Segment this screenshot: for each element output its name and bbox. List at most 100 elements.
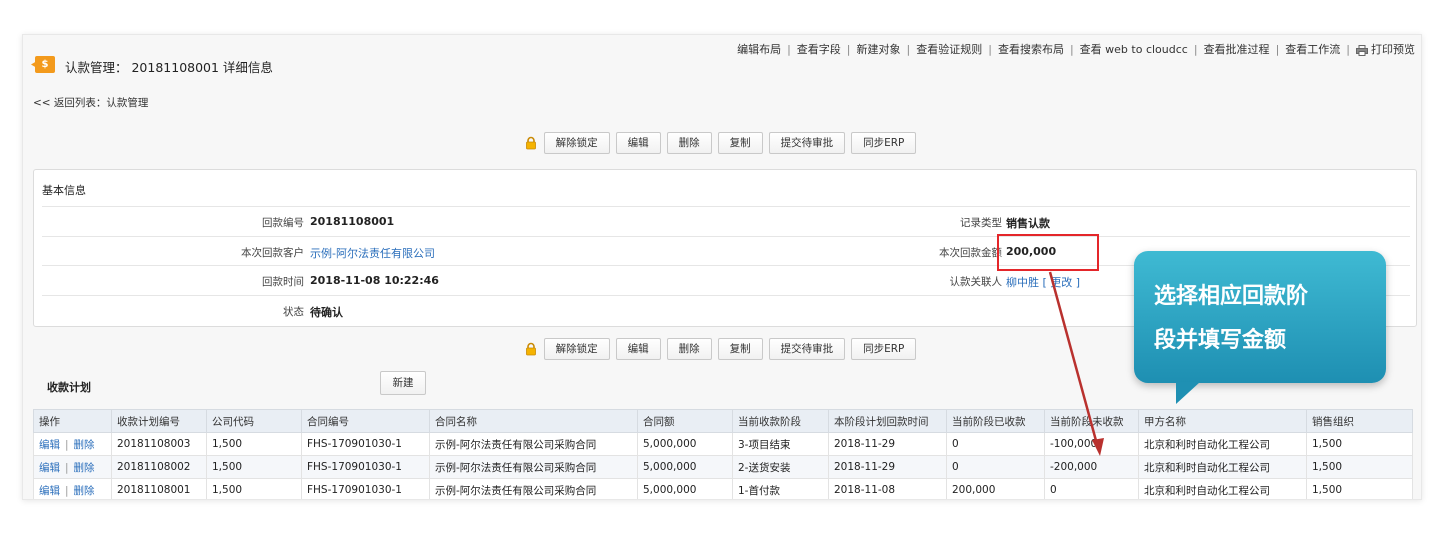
link-search-layout[interactable]: 查看搜索布局	[998, 41, 1064, 57]
column-header[interactable]: 操作	[33, 409, 112, 433]
company-code-cell: 1,500	[206, 455, 302, 479]
outstanding-cell: -100,000	[1044, 432, 1139, 456]
column-header[interactable]: 公司代码	[206, 409, 302, 433]
related-person-label: 认款关联人	[949, 276, 1003, 288]
column-header[interactable]: 合同名称	[429, 409, 638, 433]
row-actions: 编辑 | 删除	[33, 432, 112, 456]
sync-erp-button[interactable]: 同步ERP	[851, 132, 917, 154]
sales-org-cell: 1,500	[1306, 455, 1413, 479]
planned-date-cell: 2018-11-29	[828, 432, 947, 456]
amount-label: 本次回款金额	[939, 246, 1002, 259]
printer-icon[interactable]	[1356, 44, 1368, 56]
column-header[interactable]: 本阶段计划回款时间	[828, 409, 947, 433]
stage-cell: 2-送货安装	[732, 455, 829, 479]
column-header[interactable]: 当前收款阶段	[732, 409, 829, 433]
outstanding-cell: -200,000	[1044, 455, 1139, 479]
row-delete-link[interactable]: 删除	[74, 439, 95, 451]
sales-org-cell: 1,500	[1306, 432, 1413, 456]
link-validation-rules[interactable]: 查看验证规则	[916, 41, 982, 57]
page-title: 认款管理： 20181108001 详细信息	[65, 60, 273, 75]
delete-button[interactable]: 删除	[666, 132, 712, 154]
link-view-fields[interactable]: 查看字段	[797, 41, 841, 57]
highlight-box	[997, 234, 1099, 271]
row-delete-link[interactable]: 删除	[74, 485, 95, 497]
contract-name-cell: 示例-阿尔法责任有限公司采购合同	[429, 478, 638, 499]
lock-icon	[525, 342, 536, 356]
row-edit-link[interactable]: 编辑	[39, 439, 60, 451]
new-plan-button[interactable]: 新建	[380, 371, 426, 395]
payment-number-value: 20181108001	[310, 215, 395, 228]
delete-button[interactable]: 删除	[666, 338, 712, 360]
record-type-label: 记录类型	[960, 217, 1002, 229]
row-actions: 编辑 | 删除	[33, 455, 112, 479]
unlock-button[interactable]: 解除锁定	[543, 338, 610, 360]
plan-number-cell[interactable]: 20181108002	[111, 455, 207, 479]
submit-approval-button[interactable]: 提交待审批	[768, 132, 846, 154]
column-header[interactable]: 合同编号	[301, 409, 430, 433]
company-code-cell: 1,500	[206, 432, 302, 456]
copy-button[interactable]: 复制	[717, 338, 763, 360]
column-header[interactable]: 当前阶段已收款	[946, 409, 1045, 433]
related-person-link[interactable]: 柳中胜	[1006, 276, 1039, 289]
company-code-cell: 1,500	[206, 478, 302, 499]
sales-org-cell: 1,500	[1306, 478, 1413, 499]
status-label: 状态	[283, 305, 304, 318]
table-header-row: 操作 收款计划编号 公司代码 合同编号 合同名称 合同额 当前收款阶段 本阶段计…	[33, 409, 1413, 433]
contract-amount-cell: 5,000,000	[637, 455, 733, 479]
party-name-cell: 北京和利时自动化工程公司	[1138, 455, 1307, 479]
lock-icon	[525, 136, 536, 150]
instruction-callout: 选择相应回款阶 段并填写金额	[1134, 251, 1386, 404]
edit-button[interactable]: 编辑	[615, 132, 661, 154]
received-cell: 200,000	[946, 478, 1045, 499]
contract-name-cell: 示例-阿尔法责任有限公司采购合同	[429, 455, 638, 479]
received-cell: 0	[946, 432, 1045, 456]
contract-name-cell: 示例-阿尔法责任有限公司采购合同	[429, 432, 638, 456]
received-cell: 0	[946, 455, 1045, 479]
column-header[interactable]: 合同额	[637, 409, 733, 433]
unlock-button[interactable]: 解除锁定	[543, 132, 610, 154]
payment-number-label: 回款编号	[262, 217, 304, 229]
callout-text-line-1: 选择相应回款阶	[1154, 284, 1309, 309]
party-name-cell: 北京和利时自动化工程公司	[1138, 478, 1307, 499]
contract-number-cell: FHS-170901030-1	[301, 432, 430, 456]
row-edit-link[interactable]: 编辑	[39, 462, 60, 474]
action-button-row-top: 解除锁定 编辑 删除 复制 提交待审批 同步ERP	[23, 131, 1421, 155]
plan-number-cell[interactable]: 20181108003	[111, 432, 207, 456]
column-header[interactable]: 甲方名称	[1138, 409, 1307, 433]
link-workflow[interactable]: 查看工作流	[1285, 41, 1340, 57]
record-type-value: 销售认款	[1006, 217, 1050, 230]
column-header[interactable]: 收款计划编号	[111, 409, 207, 433]
customer-link[interactable]: 示例-阿尔法责任有限公司	[310, 245, 435, 261]
link-web-to-cloudcc[interactable]: 查看 web to cloudcc	[1080, 41, 1188, 57]
status-value: 待确认	[310, 305, 343, 319]
row-actions: 编辑 | 删除	[33, 478, 112, 499]
callout-text-line-2: 段并填写金额	[1154, 328, 1287, 353]
edit-button[interactable]: 编辑	[615, 338, 661, 360]
row-edit-link[interactable]: 编辑	[39, 485, 60, 497]
row-delete-link[interactable]: 删除	[74, 462, 95, 474]
contract-amount-cell: 5,000,000	[637, 478, 733, 499]
link-approval-process[interactable]: 查看批准过程	[1204, 41, 1270, 57]
sync-erp-button[interactable]: 同步ERP	[851, 338, 917, 360]
plan-number-cell[interactable]: 20181108001	[111, 478, 207, 499]
table-row: 编辑 | 删除 20181108001 1,500 FHS-170901030-1 …	[33, 478, 1413, 499]
back-to-list-link[interactable]: << 返回列表：认款管理	[33, 95, 148, 110]
stage-cell: 1-首付款	[732, 478, 829, 499]
table-row: 编辑 | 删除 20181108003 1,500 FHS-170901030-1 …	[33, 432, 1413, 456]
link-new-object[interactable]: 新建对象	[857, 41, 901, 57]
copy-button[interactable]: 复制	[717, 132, 763, 154]
column-header[interactable]: 销售组织	[1306, 409, 1413, 433]
payment-icon: $	[35, 56, 55, 73]
outstanding-cell: 0	[1044, 478, 1139, 499]
link-print-preview[interactable]: 打印预览	[1371, 41, 1415, 57]
change-person-link[interactable]: [ 更改 ]	[1043, 276, 1081, 289]
stage-cell: 3-项目结束	[732, 432, 829, 456]
plan-section-title: 收款计划	[47, 381, 91, 394]
contract-number-cell: FHS-170901030-1	[301, 455, 430, 479]
payment-time-label: 回款时间	[262, 276, 304, 288]
basic-info-title: 基本信息	[42, 184, 86, 197]
link-edit-layout[interactable]: 编辑布局	[737, 41, 781, 57]
column-header[interactable]: 当前阶段未收款	[1044, 409, 1139, 433]
related-person-value: 柳中胜 [ 更改 ]	[1006, 274, 1080, 290]
submit-approval-button[interactable]: 提交待审批	[768, 338, 846, 360]
